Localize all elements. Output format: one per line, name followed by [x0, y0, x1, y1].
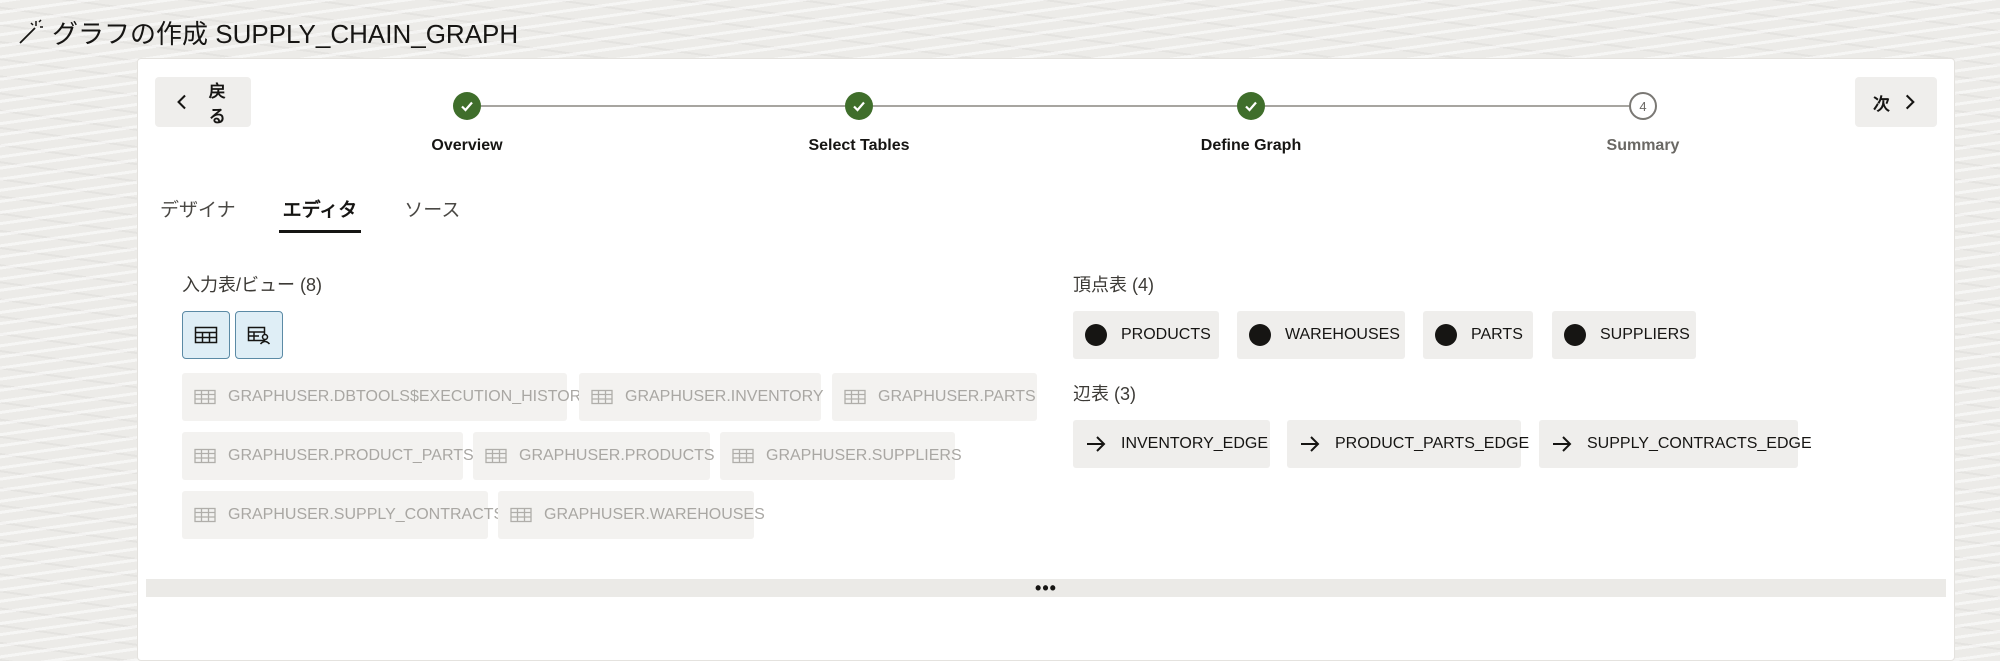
arrow-right-icon	[1087, 436, 1106, 452]
step-overview-label[interactable]: Overview	[347, 137, 587, 155]
input-table-chip[interactable]: GRAPHUSER.WAREHOUSES	[498, 491, 765, 539]
train-connector	[873, 105, 1237, 107]
page-title-text: グラフの作成 SUPPLY_CHAIN_GRAPH	[52, 18, 519, 49]
step-summary-number[interactable]: 4	[1629, 92, 1657, 120]
input-table-name: GRAPHUSER.INVENTORY	[625, 388, 824, 405]
vertex-tables-heading: 頂点表 (4)	[1073, 275, 1154, 295]
vertex-chip[interactable]: PARTS	[1423, 311, 1533, 359]
tab-designer[interactable]: デザイナ	[160, 189, 236, 229]
table-icon	[485, 448, 507, 464]
wizard-panel: 戻る 次 Overview Select Tables Define Graph…	[137, 58, 1955, 661]
input-table-name: GRAPHUSER.SUPPLY_CONTRACTS	[228, 506, 505, 523]
table-view-toggle[interactable]	[182, 311, 230, 359]
edge-chip[interactable]: PRODUCT_PARTS_EDGE	[1287, 420, 1529, 468]
input-table-chip[interactable]: GRAPHUSER.INVENTORY	[579, 373, 824, 421]
input-table-name: GRAPHUSER.PRODUCTS	[519, 447, 715, 464]
edge-tables-heading: 辺表 (3)	[1073, 384, 1136, 404]
checkmark-icon	[1245, 101, 1257, 112]
editor-tabs: デザイナ エディタ ソース	[160, 189, 507, 235]
input-table-chip[interactable]: GRAPHUSER.PARTS	[832, 373, 1037, 421]
edge-name: SUPPLY_CONTRACTS_EDGE	[1587, 435, 1812, 452]
page-title: グラフの作成 SUPPLY_CHAIN_GRAPH	[16, 12, 518, 52]
arrow-right-icon	[1301, 436, 1320, 452]
checkmark-icon	[461, 101, 473, 112]
table-icon	[510, 507, 532, 523]
step-define-graph-label[interactable]: Define Graph	[1131, 137, 1371, 155]
table-icon	[591, 389, 613, 405]
input-table-name: GRAPHUSER.PRODUCT_PARTS	[228, 447, 474, 464]
tab-source[interactable]: ソース	[404, 189, 460, 229]
table-icon	[194, 326, 218, 344]
input-table-chip[interactable]: GRAPHUSER.PRODUCT_PARTS	[182, 432, 474, 480]
table-icon	[194, 507, 216, 523]
vertex-dot-icon	[1249, 324, 1271, 346]
input-table-chip[interactable]: GRAPHUSER.PRODUCTS	[473, 432, 715, 480]
next-button[interactable]: 次	[1855, 77, 1937, 127]
input-table-name: GRAPHUSER.PARTS	[878, 388, 1036, 405]
vertex-dot-icon	[1435, 324, 1457, 346]
splitter-grip-icon: •••	[1035, 578, 1057, 598]
table-icon	[732, 448, 754, 464]
vertex-name: WAREHOUSES	[1285, 326, 1400, 343]
magic-wand-icon	[19, 19, 43, 44]
panel-splitter[interactable]: •••	[146, 579, 1946, 597]
back-button-label: 戻る	[208, 82, 226, 126]
checkmark-icon	[853, 101, 865, 112]
table-icon	[194, 389, 216, 405]
vertex-chip[interactable]: SUPPLIERS	[1552, 311, 1696, 359]
view-table-icon	[247, 326, 271, 345]
input-table-name: GRAPHUSER.DBTOOLS$EXECUTION_HISTORY	[228, 388, 592, 405]
step-select-tables-label[interactable]: Select Tables	[739, 137, 979, 155]
step-define-graph-check[interactable]	[1237, 92, 1265, 120]
train-connector	[481, 105, 845, 107]
vertex-name: SUPPLIERS	[1600, 326, 1690, 343]
step-summary-label[interactable]: Summary	[1523, 137, 1763, 155]
input-table-chip[interactable]: GRAPHUSER.DBTOOLS$EXECUTION_HISTORY	[182, 373, 592, 421]
vertex-chip[interactable]: PRODUCTS	[1073, 311, 1219, 359]
input-table-name: GRAPHUSER.WAREHOUSES	[544, 506, 765, 523]
step-select-tables-check[interactable]	[845, 92, 873, 120]
vertex-chip[interactable]: WAREHOUSES	[1237, 311, 1405, 359]
input-tables-heading: 入力表/ビュー (8)	[182, 275, 323, 295]
edge-chip[interactable]: SUPPLY_CONTRACTS_EDGE	[1539, 420, 1812, 468]
input-table-name: GRAPHUSER.SUPPLIERS	[766, 447, 962, 464]
input-table-chip[interactable]: GRAPHUSER.SUPPLIERS	[720, 432, 962, 480]
vertex-dot-icon	[1085, 324, 1107, 346]
chevron-right-icon	[1905, 94, 1915, 110]
table-icon	[844, 389, 866, 405]
train-connector	[1265, 105, 1629, 107]
edge-chip[interactable]: INVENTORY_EDGE	[1073, 420, 1270, 468]
back-button[interactable]: 戻る	[155, 77, 251, 127]
table-icon	[194, 448, 216, 464]
step-overview-check[interactable]	[453, 92, 481, 120]
arrow-right-icon	[1553, 436, 1572, 452]
edge-name: PRODUCT_PARTS_EDGE	[1335, 435, 1530, 452]
vertex-name: PRODUCTS	[1121, 326, 1211, 343]
tab-editor[interactable]: エディタ	[278, 189, 361, 233]
vertex-name: PARTS	[1471, 326, 1523, 343]
edge-name: INVENTORY_EDGE	[1121, 435, 1269, 452]
input-table-chip[interactable]: GRAPHUSER.SUPPLY_CONTRACTS	[182, 491, 504, 539]
chevron-left-icon	[177, 94, 186, 110]
view-toggle[interactable]	[235, 311, 283, 359]
next-button-label: 次	[1873, 94, 1890, 114]
vertex-dot-icon	[1564, 324, 1586, 346]
